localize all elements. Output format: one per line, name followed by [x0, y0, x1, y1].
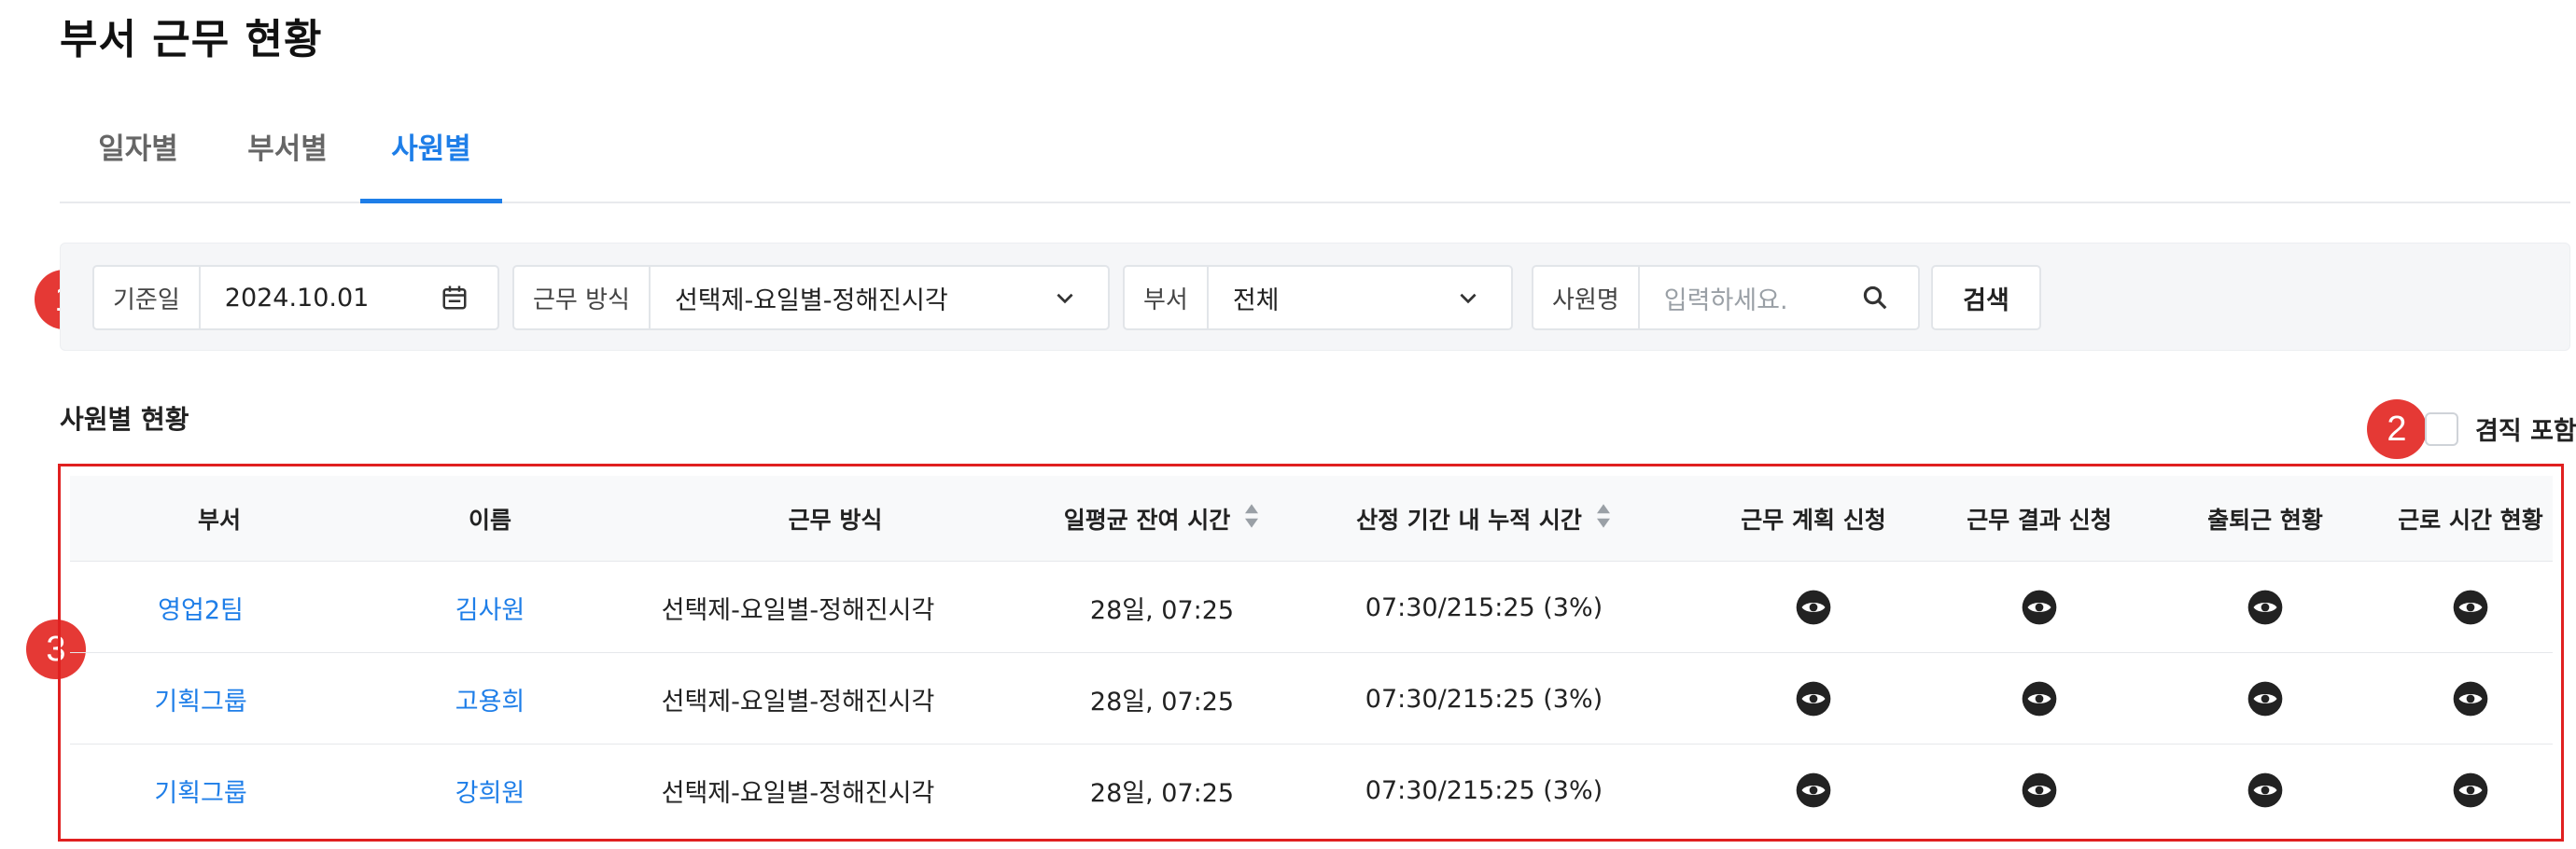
- eye-icon[interactable]: [2452, 589, 2489, 626]
- chevron-down-icon: [1449, 279, 1487, 316]
- sort-icon[interactable]: [1595, 503, 1612, 535]
- employee-filter-label: 사원명: [1533, 267, 1640, 328]
- department-filter: 부서 전체: [1123, 265, 1513, 330]
- cell-department[interactable]: 기획그룹: [107, 653, 294, 745]
- cell-attendance: [2163, 745, 2368, 836]
- work-type-filter: 근무 방식 선택제-요일별-정해진시각: [512, 265, 1110, 330]
- date-filter: 기준일 2024.10.01: [92, 265, 499, 330]
- employee-filter: 사원명 입력하세요.: [1532, 265, 1920, 330]
- department-select[interactable]: 전체: [1209, 267, 1511, 328]
- date-filter-label: 기준일: [94, 267, 201, 328]
- eye-icon[interactable]: [2452, 680, 2489, 717]
- cell-work-type: 선택제-요일별-정해진시각: [661, 778, 935, 808]
- eye-icon[interactable]: [2021, 772, 2058, 809]
- table-row: 기획그룹 강희원 선택제-요일별-정해진시각 28일, 07:25 07:30/…: [70, 745, 2553, 836]
- date-input[interactable]: 2024.10.01: [201, 267, 497, 328]
- chevron-down-icon: [1046, 279, 1084, 316]
- filter-bar: 기준일 2024.10.01 근무 방식 선택제-요일별-정해진시각 부서 전체…: [60, 243, 2570, 351]
- page-title: 부서 근무 현황: [60, 16, 323, 63]
- table-row: 영업2팀 김사원 선택제-요일별-정해진시각 28일, 07:25 07:30/…: [70, 562, 2553, 653]
- cell-avg-remaining: 28일, 07:25: [1089, 687, 1235, 717]
- col-header-avg-remaining[interactable]: 일평균 잔여 시간: [1022, 476, 1302, 562]
- eye-icon[interactable]: [2247, 589, 2284, 626]
- tab-by-date[interactable]: 일자별: [82, 121, 194, 203]
- search-button[interactable]: 검색: [1931, 265, 2041, 330]
- cell-working-hours: [2368, 653, 2573, 745]
- search-icon[interactable]: [1856, 279, 1894, 316]
- tab-bar: 일자별 부서별 사원별: [60, 121, 2570, 203]
- cell-accumulated: 07:30/215:25 (3%): [1365, 775, 1603, 805]
- eye-icon[interactable]: [2021, 680, 2058, 717]
- cell-department[interactable]: 영업2팀: [107, 562, 294, 653]
- section-title: 사원별 현황: [60, 404, 189, 435]
- eye-icon[interactable]: [2247, 772, 2284, 809]
- sort-icon[interactable]: [1243, 503, 1260, 535]
- eye-icon[interactable]: [1795, 680, 1832, 717]
- cell-work-type: 선택제-요일별-정해진시각: [661, 687, 935, 717]
- department-value: 전체: [1232, 285, 1280, 315]
- cell-work-result: [1937, 562, 2142, 653]
- tab-by-employee[interactable]: 사원별: [360, 121, 502, 203]
- cell-work-plan: [1711, 745, 1916, 836]
- cell-work-result: [1937, 653, 2142, 745]
- include-concurrent-label: 겸직 포함: [2475, 417, 2576, 446]
- cell-work-type: 선택제-요일별-정해진시각: [661, 595, 935, 625]
- eye-icon[interactable]: [2452, 772, 2489, 809]
- include-concurrent-toggle[interactable]: 겸직 포함: [2425, 411, 2576, 447]
- eye-icon[interactable]: [1795, 589, 1832, 626]
- eye-icon[interactable]: [2247, 680, 2284, 717]
- col-header-work-type: 근무 방식: [788, 507, 883, 534]
- col-header-name: 이름: [468, 507, 511, 534]
- calendar-icon[interactable]: [436, 279, 473, 316]
- cell-attendance: [2163, 653, 2368, 745]
- table-header: 부서 이름 근무 방식 일평균 잔여 시간 산정 기간 내 누적 시간 근무 계…: [70, 476, 2553, 562]
- employee-search-input[interactable]: 입력하세요.: [1640, 267, 1918, 328]
- cell-name[interactable]: 고용희: [397, 653, 583, 745]
- cell-avg-remaining: 28일, 07:25: [1089, 778, 1235, 808]
- cell-work-plan: [1711, 562, 1916, 653]
- cell-avg-remaining: 28일, 07:25: [1089, 595, 1235, 625]
- cell-work-result: [1937, 745, 2142, 836]
- eye-icon[interactable]: [1795, 772, 1832, 809]
- include-concurrent-checkbox[interactable]: [2425, 411, 2458, 446]
- col-header-attendance: 출퇴근 현황: [2207, 507, 2323, 534]
- eye-icon[interactable]: [2021, 589, 2058, 626]
- employee-status-table: 부서 이름 근무 방식 일평균 잔여 시간 산정 기간 내 누적 시간 근무 계…: [58, 464, 2564, 842]
- table-row: 기획그룹 고용희 선택제-요일별-정해진시각 28일, 07:25 07:30/…: [70, 653, 2553, 745]
- date-value: 2024.10.01: [224, 283, 370, 313]
- department-filter-label: 부서: [1125, 267, 1209, 328]
- cell-department[interactable]: 기획그룹: [107, 745, 294, 836]
- badge-2: 2: [2367, 399, 2427, 459]
- cell-name[interactable]: 강희원: [397, 745, 583, 836]
- cell-accumulated: 07:30/215:25 (3%): [1365, 684, 1603, 714]
- col-header-working-hours: 근로 시간 현황: [2398, 507, 2543, 534]
- cell-work-plan: [1711, 653, 1916, 745]
- col-header-department: 부서: [197, 507, 241, 534]
- col-header-work-result: 근무 결과 신청: [1967, 507, 2112, 534]
- cell-working-hours: [2368, 745, 2573, 836]
- cell-accumulated: 07:30/215:25 (3%): [1365, 592, 1603, 622]
- employee-search-placeholder: 입력하세요.: [1663, 285, 1788, 315]
- tab-by-department[interactable]: 부서별: [231, 121, 343, 203]
- cell-working-hours: [2368, 562, 2573, 653]
- work-type-select[interactable]: 선택제-요일별-정해진시각: [651, 267, 1108, 328]
- col-header-accumulated[interactable]: 산정 기간 내 누적 시간: [1330, 476, 1638, 562]
- cell-name[interactable]: 김사원: [397, 562, 583, 653]
- cell-attendance: [2163, 562, 2368, 653]
- work-type-filter-label: 근무 방식: [514, 267, 651, 328]
- work-type-value: 선택제-요일별-정해진시각: [674, 285, 948, 315]
- col-header-work-plan: 근무 계획 신청: [1741, 507, 1886, 534]
